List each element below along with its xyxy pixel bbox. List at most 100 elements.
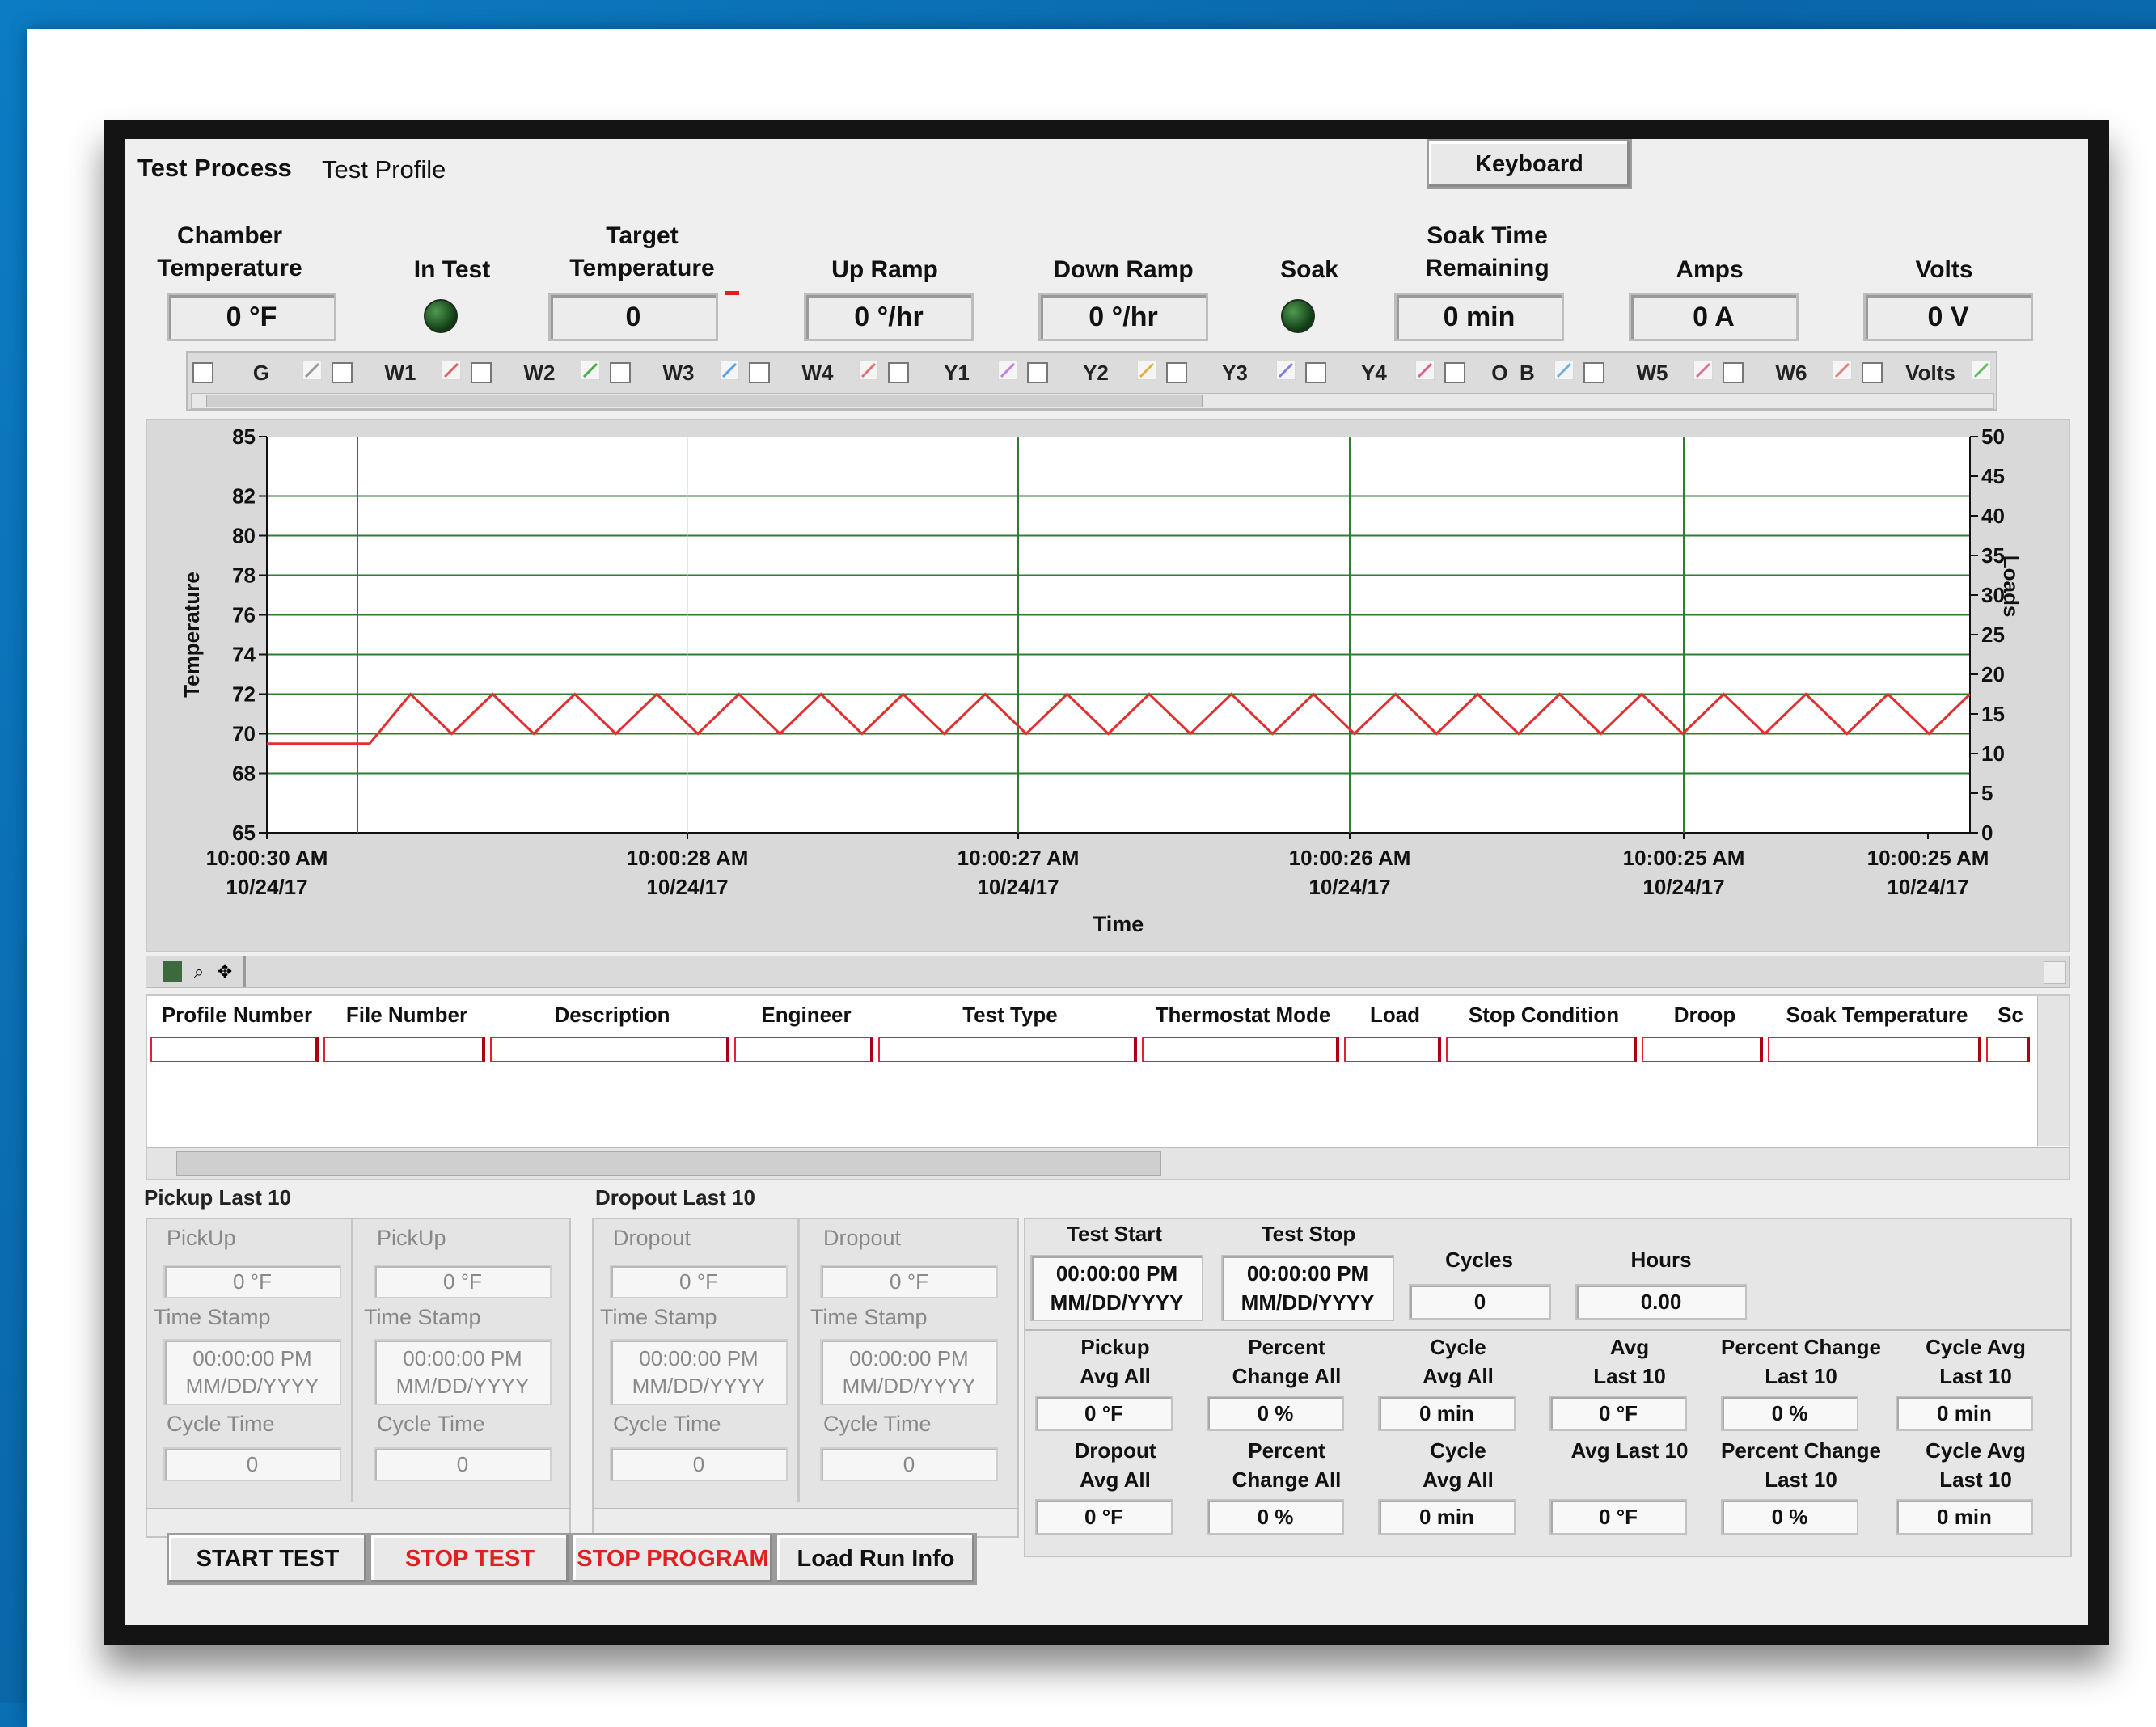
test-start-time: 00:00:00 PM	[1055, 1261, 1178, 1286]
keyboard-button[interactable]: Keyboard	[1427, 139, 1632, 189]
channel-checkbox-y2[interactable]	[1027, 362, 1048, 383]
column-header[interactable]: Test Type	[878, 1003, 1142, 1028]
chart-toolbar: ⌕ ✥	[146, 956, 2070, 988]
channel-checkbox-w3[interactable]	[610, 362, 631, 383]
plot-color-icon[interactable]	[1275, 360, 1296, 381]
test-start-label: Test Start	[1067, 1222, 1162, 1246]
plot-color-icon[interactable]	[997, 360, 1018, 381]
dropout-col2-timestamp-date: MM/DD/YYYY	[842, 1374, 976, 1398]
channel-checkbox-w5[interactable]	[1583, 362, 1604, 383]
column-header[interactable]: Engineer	[734, 1003, 878, 1028]
table-cell[interactable]	[323, 1037, 485, 1062]
table-cell[interactable]	[878, 1037, 1137, 1062]
table-horizontal-scrollbar[interactable]	[147, 1147, 2069, 1179]
amps-label: Amps	[1676, 256, 1744, 283]
plot-color-icon[interactable]	[1136, 360, 1157, 381]
dropout-col2-timestamp-time: 00:00:00 PM	[849, 1346, 969, 1370]
channel-label-w1: W1	[384, 361, 416, 385]
channel-checkbox-y4[interactable]	[1305, 362, 1326, 383]
channel-scrollbar-track[interactable]	[191, 393, 1994, 409]
channel-selector-strip: G W1 W2 W3 W4 Y1 Y2 Y3 Y4 O_B W5 W6 Volts	[186, 351, 1997, 411]
dropout-col1-timestamp-date: MM/DD/YYYY	[632, 1374, 766, 1398]
stat-label: Avg Last 10	[1570, 1438, 1689, 1463]
load-run-info-button[interactable]: Load Run Info	[775, 1533, 977, 1585]
table-cell[interactable]	[734, 1037, 873, 1062]
target-temperature-label: Target Temperature	[569, 222, 715, 281]
channel-checkbox-o_b[interactable]	[1444, 362, 1465, 383]
stop-test-button[interactable]: STOP TEST	[369, 1533, 571, 1585]
dropout-col1-timestamp-value: 00:00:00 PM MM/DD/YYYY	[610, 1339, 788, 1405]
pickup-col1-cycle-time-label: Cycle Time	[167, 1412, 275, 1436]
table-cell[interactable]	[1446, 1037, 1637, 1062]
tab-test-profile[interactable]: Test Profile	[322, 155, 446, 184]
plot-color-icon[interactable]	[1971, 360, 1992, 381]
plot-color-icon[interactable]	[580, 360, 601, 381]
pickup-col1-timestamp-label: Time Stamp	[154, 1305, 271, 1329]
plot-color-icon[interactable]	[1554, 360, 1575, 381]
channel-checkbox-y3[interactable]	[1166, 362, 1187, 383]
channel-label-w6: W6	[1775, 361, 1807, 385]
cursor-tool-icon[interactable]	[163, 961, 182, 982]
table-scrollbar-thumb[interactable]	[176, 1151, 1161, 1176]
plot-color-icon[interactable]	[1832, 360, 1853, 381]
dropout-column-divider	[797, 1219, 800, 1502]
column-header[interactable]: File Number	[323, 1003, 490, 1028]
y-tick-label: 74	[232, 643, 256, 667]
table-cell[interactable]	[1642, 1037, 1763, 1062]
stat-value: 0 °F	[1035, 1396, 1173, 1431]
column-header[interactable]: Description	[490, 1003, 734, 1028]
y2-tick-label: 15	[1981, 702, 2005, 726]
pickup-last10-title: Pickup Last 10	[144, 1185, 292, 1210]
tab-test-process[interactable]: Test Process	[137, 154, 292, 183]
column-header[interactable]: Load	[1344, 1003, 1446, 1028]
column-header[interactable]: Sc	[1986, 1003, 2035, 1028]
plot-color-icon[interactable]	[302, 360, 323, 381]
chart-scroll-right-button[interactable]	[2044, 961, 2066, 984]
down-ramp-label: Down Ramp	[1053, 256, 1194, 283]
column-header[interactable]: Droop	[1642, 1003, 1768, 1028]
column-header[interactable]: Stop Condition	[1446, 1003, 1642, 1028]
table-cell[interactable]	[1986, 1037, 2030, 1062]
column-header[interactable]: Thermostat Mode	[1142, 1003, 1344, 1028]
plot-color-icon[interactable]	[719, 360, 740, 381]
plot-color-icon[interactable]	[1414, 360, 1435, 381]
dropout-last10-title: Dropout Last 10	[595, 1185, 755, 1210]
channel-label-y3: Y3	[1222, 361, 1248, 385]
dropout-col1-value: 0 °F	[610, 1265, 788, 1298]
plot-color-icon[interactable]	[1693, 360, 1714, 381]
channel-label-w3: W3	[662, 361, 695, 385]
channel-checkbox-y1[interactable]	[888, 362, 909, 383]
dropout-array: Dropout 0 °F Time Stamp 00:00:00 PM MM/DD/YY…	[592, 1218, 1019, 1538]
dropout-scrollbar[interactable]	[594, 1508, 1017, 1536]
channel-label-volts: Volts	[1905, 361, 1955, 385]
channel-checkbox-w6[interactable]	[1723, 362, 1744, 383]
channel-scrollbar-thumb[interactable]	[206, 395, 1203, 407]
channel-checkbox-g[interactable]	[192, 362, 213, 383]
pickup-col2-cycle-time-value: 0	[374, 1447, 552, 1481]
table-cell[interactable]	[1344, 1037, 1441, 1062]
pickup-scrollbar[interactable]	[147, 1508, 569, 1536]
channel-checkbox-w4[interactable]	[749, 362, 770, 383]
x-tick-date-label: 10/24/17	[226, 875, 307, 899]
zoom-tool-icon[interactable]: ⌕	[188, 961, 209, 982]
start-test-button[interactable]: START TEST	[167, 1533, 369, 1585]
channel-label-w5: W5	[1636, 361, 1668, 385]
plot-color-icon[interactable]	[441, 360, 462, 381]
table-cell[interactable]	[1142, 1037, 1339, 1062]
pan-tool-icon[interactable]: ✥	[214, 961, 235, 982]
stat-label: Pickup Avg All	[1080, 1335, 1151, 1388]
channel-checkbox-w1[interactable]	[332, 362, 353, 383]
stop-program-button[interactable]: STOP PROGRAM	[571, 1533, 775, 1585]
table-cell[interactable]	[1768, 1037, 1981, 1062]
channel-checkbox-w2[interactable]	[471, 362, 492, 383]
table-cell[interactable]	[490, 1037, 729, 1062]
table-cell[interactable]	[150, 1037, 319, 1062]
channel-checkbox-volts[interactable]	[1862, 362, 1883, 383]
table-vertical-scrollbar[interactable]	[2037, 996, 2069, 1146]
column-header[interactable]: Soak Temperature	[1768, 1003, 1986, 1028]
stat-label: Cycle Avg All	[1423, 1438, 1494, 1492]
column-header[interactable]: Profile Number	[150, 1003, 323, 1028]
dropout-col2-timestamp-value: 00:00:00 PM MM/DD/YYYY	[820, 1339, 998, 1405]
plot-color-icon[interactable]	[858, 360, 879, 381]
test-stop-value: 00:00:00 PM MM/DD/YYYY	[1221, 1255, 1394, 1321]
